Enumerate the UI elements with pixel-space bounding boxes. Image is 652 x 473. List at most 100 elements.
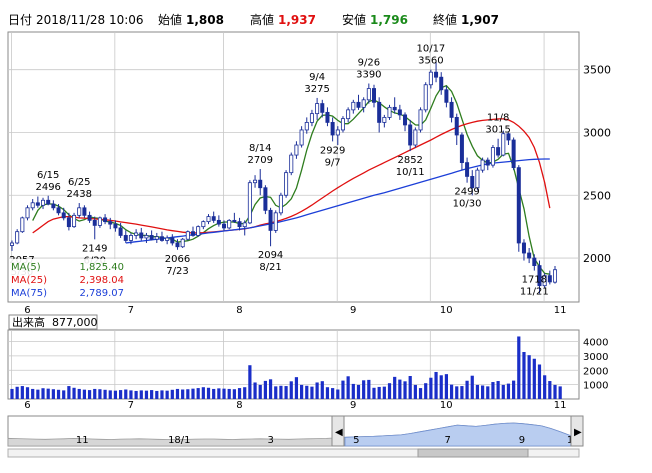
candle-body <box>408 124 413 146</box>
volume-bar <box>98 389 102 399</box>
price-tick-label: 2500 <box>583 189 611 202</box>
volume-bar <box>191 388 195 399</box>
range-navigator[interactable]: 1118/1357911 ◀ ▶ <box>7 415 584 458</box>
month-tick-label: 10 <box>440 400 453 411</box>
candle-body <box>547 275 552 283</box>
volume-bar <box>222 388 226 399</box>
volume-bar <box>413 384 417 399</box>
candle-body <box>56 207 61 214</box>
volume-bar <box>93 388 97 399</box>
volume-bar <box>506 383 511 399</box>
candle-body <box>242 222 247 228</box>
close-label: 終値 <box>433 12 457 27</box>
volume-bar <box>294 377 299 399</box>
month-tick-label: 9 <box>350 400 356 411</box>
candle-body <box>149 235 154 240</box>
volume-bar <box>108 390 112 399</box>
candle-body <box>175 242 180 248</box>
candle <box>340 116 345 133</box>
candle-body <box>25 207 30 219</box>
volume-bar <box>284 386 288 399</box>
candle-body <box>278 194 283 214</box>
volume-bar <box>103 389 107 399</box>
volume-bar <box>512 380 516 399</box>
volume-bar <box>331 388 335 399</box>
candle-body <box>532 257 537 266</box>
candle-body <box>340 118 345 131</box>
volume-bar <box>237 388 242 399</box>
date-value: 2018/11/28 10:06 <box>36 13 144 27</box>
annotation-label: 8/14 <box>249 143 271 154</box>
candle-body <box>170 237 175 244</box>
volume-bar <box>522 351 526 399</box>
month-tick-label: 8 <box>236 305 242 316</box>
candle-body <box>61 212 66 219</box>
candle-body <box>154 236 159 240</box>
candle-body <box>552 269 558 283</box>
volume-bar <box>87 390 92 399</box>
candle-body <box>289 154 294 174</box>
candle-body <box>196 226 201 236</box>
volume-bar <box>501 384 505 399</box>
month-tick-label: 6 <box>24 305 30 316</box>
volume-bar <box>465 380 469 399</box>
volume-tick-label: 2000 <box>583 366 608 377</box>
volume-bar <box>470 375 474 399</box>
candle-body <box>335 129 340 136</box>
volume-bar <box>527 355 531 399</box>
annotation-label: 6/25 <box>68 177 90 188</box>
volume-bar <box>248 365 252 399</box>
candle-body <box>113 223 118 229</box>
navigator-scrollbar-thumb[interactable] <box>417 448 529 458</box>
volume-bar <box>429 377 433 399</box>
candle-body <box>403 114 408 126</box>
candle-body <box>253 179 258 184</box>
candle <box>289 152 294 176</box>
candle <box>263 185 268 215</box>
volume-bar <box>449 384 454 399</box>
volume-bar <box>243 387 247 399</box>
volume-bar <box>212 388 216 399</box>
candle-body <box>371 88 377 103</box>
candle-body <box>315 103 320 115</box>
high-label: 高値 <box>250 12 274 27</box>
volume-value: 877,000 <box>52 316 98 329</box>
volume-bar <box>10 388 14 399</box>
candle-body <box>299 129 304 146</box>
volume-bar <box>56 389 61 399</box>
candle-body <box>449 101 454 118</box>
volume-bar <box>144 390 149 399</box>
annotation-label: 2496 <box>35 182 60 193</box>
annotation-label: 10/11 <box>396 167 425 178</box>
open-label: 始値 <box>158 12 182 27</box>
volume-bar <box>553 384 557 399</box>
candle-body <box>377 101 382 123</box>
candle-body <box>439 76 444 91</box>
candle-body <box>273 212 278 231</box>
candle-body <box>165 237 170 241</box>
volume-bar <box>455 386 459 399</box>
volume-bar <box>315 382 319 399</box>
annotation-label: 2709 <box>248 155 273 166</box>
volume-bar <box>382 386 386 399</box>
candle-body <box>247 182 252 224</box>
volume-bar <box>170 389 174 399</box>
candle-body <box>46 199 51 205</box>
month-tick-label: 7 <box>128 305 134 316</box>
volume-bar <box>537 364 542 399</box>
ma-legend-value: 2,398.04 <box>79 275 124 286</box>
annotation-label: 11/8 <box>487 113 509 124</box>
candle <box>273 210 278 233</box>
candle-body <box>185 231 190 240</box>
candle-body <box>351 101 356 111</box>
volume-tick-label: 4000 <box>583 338 608 349</box>
volume-bar <box>175 388 180 399</box>
candle-body <box>284 172 289 196</box>
candle <box>15 229 20 245</box>
open-value: 1,808 <box>186 13 224 27</box>
volume-bar <box>139 390 143 399</box>
candle-body <box>92 219 97 226</box>
candle <box>72 212 77 228</box>
candle <box>227 219 232 230</box>
navigator-label: 11 <box>76 435 89 446</box>
